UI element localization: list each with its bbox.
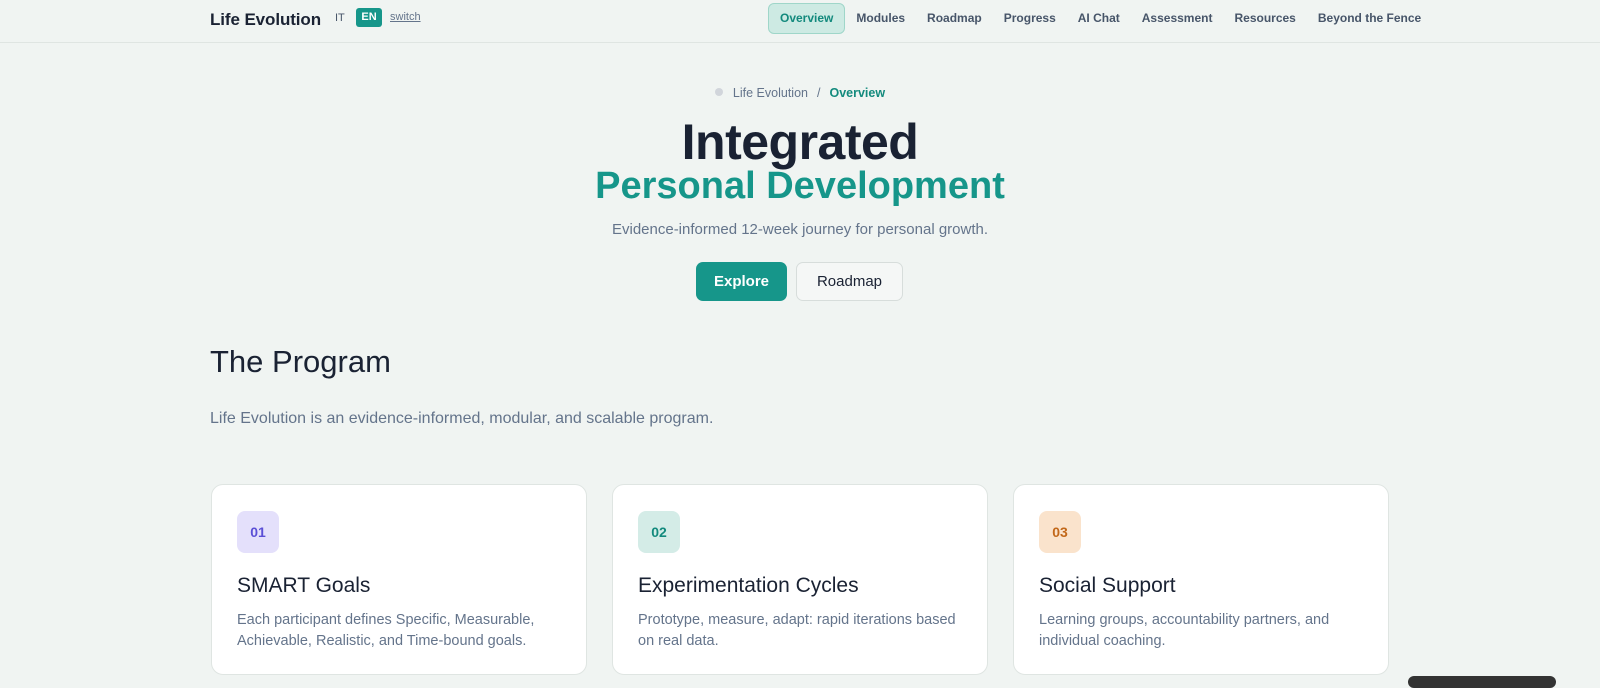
card-number-badge: 01	[237, 511, 279, 553]
card-number-badge: 02	[638, 511, 680, 553]
language-en-option[interactable]: EN	[356, 8, 382, 27]
nav-item-ai-chat[interactable]: AI Chat	[1067, 3, 1131, 34]
nav-item-overview[interactable]: Overview	[768, 3, 846, 34]
card-description: Prototype, measure, adapt: rapid iterati…	[638, 612, 956, 649]
card-number-badge: 03	[1039, 511, 1081, 553]
hero-subtitle: Personal Development	[595, 165, 1005, 207]
nav-item-assessment[interactable]: Assessment	[1131, 3, 1224, 34]
floating-widget[interactable]	[1408, 676, 1556, 688]
nav-item-modules[interactable]: Modules	[845, 3, 916, 34]
top-navigation-bar: Life Evolution IT EN switch Overview Mod…	[0, 0, 1600, 43]
card-description: Each participant defines Specific, Measu…	[237, 612, 535, 649]
roadmap-button[interactable]: Roadmap	[796, 262, 903, 301]
program-card-smart-goals: 01 SMART Goals Each participant defines …	[211, 484, 587, 675]
nav-item-beyond-the-fence[interactable]: Beyond the Fence	[1307, 3, 1432, 34]
card-title: SMART Goals	[237, 574, 371, 597]
card-title: Experimentation Cycles	[638, 574, 859, 597]
breadcrumb-dot-icon	[714, 88, 723, 96]
program-card-experimentation-cycles: 02 Experimentation Cycles Prototype, mea…	[612, 484, 988, 675]
program-section-description: Life Evolution is an evidence-informed, …	[210, 410, 714, 427]
nav-item-progress[interactable]: Progress	[993, 3, 1067, 34]
program-section-title: The Program	[210, 344, 391, 379]
program-card-social-support: 03 Social Support Learning groups, accou…	[1013, 484, 1389, 675]
explore-button[interactable]: Explore	[696, 262, 787, 301]
breadcrumb-root-link[interactable]: Life Evolution	[733, 86, 808, 100]
card-title: Social Support	[1039, 574, 1176, 597]
breadcrumb-current: Overview	[829, 86, 886, 100]
main-nav: Overview Modules Roadmap Progress AI Cha…	[768, 3, 1432, 34]
card-description: Learning groups, accountability partners…	[1039, 612, 1330, 649]
breadcrumb-separator: /	[816, 86, 821, 100]
hero-description: Evidence-informed 12-week journey for pe…	[611, 221, 989, 238]
nav-item-roadmap[interactable]: Roadmap	[916, 3, 993, 34]
language-switch-link[interactable]: switch	[390, 11, 421, 23]
breadcrumb: Life Evolution / Overview	[0, 86, 1600, 100]
nav-item-resources[interactable]: Resources	[1223, 3, 1306, 34]
language-it-option[interactable]: IT	[335, 12, 345, 24]
brand-logo-text[interactable]: Life Evolution	[210, 10, 321, 30]
